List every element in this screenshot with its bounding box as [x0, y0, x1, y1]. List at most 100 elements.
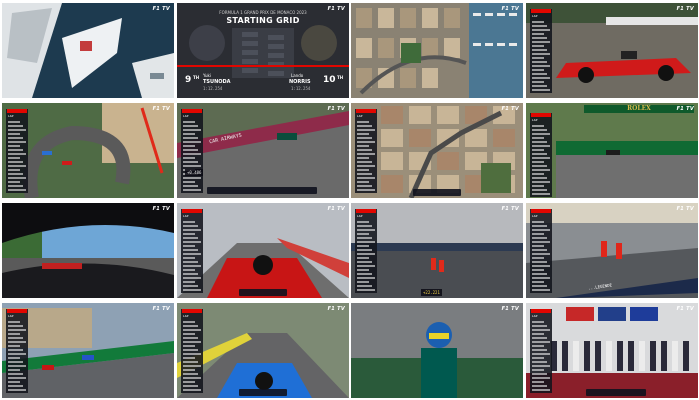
timing-tower-row [8, 177, 26, 179]
timing-tower-row [183, 269, 195, 271]
video-tile-monaco-aerial[interactable]: F1 TV [351, 3, 523, 98]
video-tile-starting-grid[interactable]: FORMULA 1 GRAND PRIX DE MONACO 2023 START… [177, 3, 349, 98]
timing-tower-row [357, 261, 372, 263]
timing-tower-row [532, 33, 544, 35]
video-tile-rolex-straight[interactable]: LAP ROLEX F1 TV [526, 103, 698, 198]
timing-tower-row [532, 381, 544, 383]
video-tile-ferrari-onboard[interactable]: LAP F1 TV [526, 3, 698, 98]
timing-tower-row [183, 137, 198, 139]
rooftop [381, 106, 403, 124]
aston-car [277, 133, 297, 140]
video-tile-aston-driver[interactable]: F1 TV [351, 303, 523, 398]
timing-tower-row [183, 177, 201, 179]
timing-tower-row [8, 357, 20, 359]
driver-name-left: TSUNODA [203, 79, 231, 85]
driver-first-name-right: Lando [291, 73, 304, 78]
video-frame [2, 3, 174, 98]
timing-tower: LAP [6, 309, 28, 393]
timing-tower-row [532, 269, 544, 271]
timing-tower-row [532, 49, 547, 51]
video-tile-pitlane-marshals[interactable]: LAP +22.221 F1 TV [351, 203, 523, 298]
lap-time-right: 1:12.254 [291, 86, 311, 91]
lower-third-bar [586, 389, 646, 396]
accent-line [177, 65, 349, 67]
timing-tower-row [532, 229, 550, 231]
timing-tower-row [183, 145, 195, 147]
video-tile-ferrari-t-cam[interactable]: LAP F1 TV [177, 203, 349, 298]
speed-overlay-bar [239, 289, 287, 296]
video-frame [2, 203, 174, 298]
timing-tower-header [7, 109, 27, 113]
timing-tower-row [532, 257, 544, 259]
speed-overlay-bar [239, 389, 287, 396]
timing-tower-row [532, 165, 547, 167]
city-building [422, 38, 438, 58]
timing-tower-row [532, 337, 547, 339]
timing-tower-row [357, 161, 372, 163]
timing-tower-row [532, 341, 550, 343]
timing-tower-row [532, 73, 547, 75]
timing-tower-row [183, 385, 198, 387]
timing-tower-row [532, 173, 544, 175]
timing-tower-row [532, 89, 550, 91]
race-suit [421, 348, 457, 398]
timing-tower-row [532, 377, 550, 379]
podium-person [562, 341, 568, 371]
timing-tower-row [357, 137, 372, 139]
timing-tower-row [8, 141, 26, 143]
video-tile-rain-marshals[interactable]: LAP ...LEGENDE F1 TV [526, 203, 698, 298]
timing-tower-row [183, 285, 198, 287]
timing-tower-row [8, 373, 23, 375]
city-building [356, 38, 372, 58]
grid-slot [242, 41, 258, 46]
grid-position-suffix-right: TH [337, 75, 344, 80]
speed-overlay-bar [413, 189, 461, 196]
timing-tower-row [532, 221, 544, 223]
flag [598, 307, 626, 321]
video-tile-podium[interactable]: LAP F1 TV [526, 303, 698, 398]
timing-tower-row [532, 181, 550, 183]
timing-tower-row [532, 189, 547, 191]
city-building [378, 38, 394, 58]
timing-tower-row [357, 233, 369, 235]
timing-tower: LAP [355, 209, 377, 293]
rooftop [409, 129, 431, 147]
timing-tower-row [8, 149, 23, 151]
timing-tower-row [183, 237, 198, 239]
video-tile-city-aerial[interactable]: LAP F1 TV [351, 103, 523, 198]
helmet-visor [429, 333, 449, 339]
video-tile-yachts[interactable]: F1 TV [2, 3, 174, 98]
video-tile-helmet-cam[interactable]: F1 TV [2, 203, 174, 298]
timing-tower-row [8, 129, 26, 131]
timing-tower-row [183, 281, 195, 283]
timing-tower-row [532, 25, 547, 27]
interval-readout: +0.486 [185, 169, 204, 176]
timing-tower-row [183, 273, 198, 275]
city-building [444, 38, 460, 58]
video-tile-loews-hairpin[interactable]: LAP F1 TV [2, 103, 174, 198]
timing-tower-row [532, 21, 544, 23]
timing-tower-row [183, 341, 201, 343]
city-building [422, 8, 438, 28]
video-tile-tabac-corner[interactable]: LAP F1 TV [2, 303, 174, 398]
grid-slot [242, 68, 258, 73]
timing-tower-row [357, 165, 375, 167]
timing-tower-row [357, 121, 369, 123]
timing-tower-row [8, 189, 26, 191]
city-building [378, 8, 394, 28]
video-tile-airways-corner[interactable]: LAP CAR AIRWAYS +0.486 F1 TV [177, 103, 349, 198]
video-frame [351, 3, 523, 98]
city-building [422, 68, 438, 88]
timing-tower-row [532, 361, 547, 363]
timing-tower-header [7, 309, 27, 313]
harbour-water [469, 3, 523, 98]
timing-tower-row [532, 157, 550, 159]
timing-tower-row [183, 229, 201, 231]
timing-tower-row [532, 385, 547, 387]
garden [481, 163, 511, 193]
video-tile-alpine-onboard[interactable]: LAP F1 TV [177, 303, 349, 398]
timing-tower-row [532, 185, 544, 187]
f1tv-logo: F1 TV [152, 106, 170, 112]
timing-tower-row [8, 121, 20, 123]
timing-tower-row [8, 345, 20, 347]
